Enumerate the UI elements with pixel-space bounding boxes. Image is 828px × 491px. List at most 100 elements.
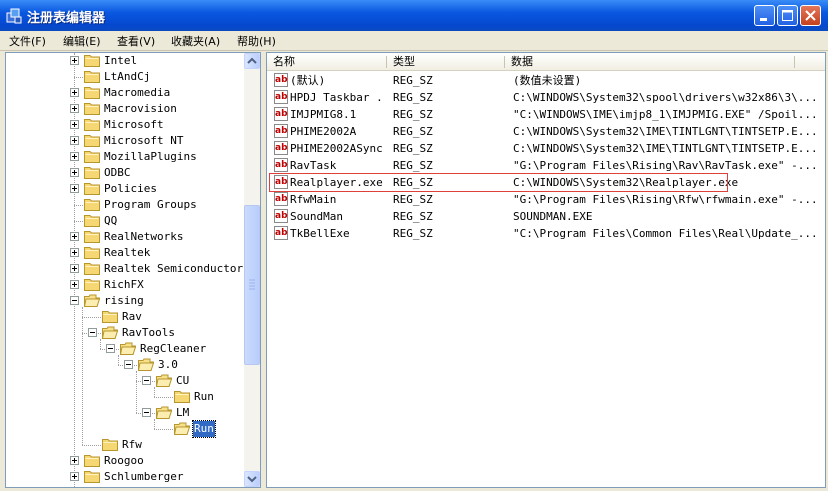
tree-item-label: Rav	[122, 310, 142, 323]
tree-item[interactable]: Run	[6, 389, 242, 405]
chevron-up-icon	[247, 57, 257, 64]
folder-icon	[84, 231, 100, 243]
tree-item[interactable]: 3.0	[6, 357, 242, 373]
folder-icon	[174, 391, 190, 403]
value-data: (数值未设置)	[513, 74, 582, 87]
column-header-data[interactable]: 数据	[505, 53, 795, 71]
value-data: C:\WINDOWS\System32\spool\drivers\w32x86…	[513, 91, 818, 104]
expand-plus-icon[interactable]	[70, 472, 79, 481]
value-name: (默认)	[290, 74, 326, 87]
folder-open-icon	[102, 326, 118, 339]
tree-item[interactable]: Program Groups	[6, 197, 242, 213]
list-row[interactable]: ab PHIME2002A REG_SZ C:\WINDOWS\System32\IM…	[267, 123, 825, 140]
tree-item[interactable]: Rav	[6, 309, 242, 325]
value-data: "C:\WINDOWS\IME\imjp8_1\IMJPMIG.EXE" /Sp…	[513, 108, 818, 121]
list-row[interactable]: ab RfwMain REG_SZ "G:\Program Files\Rising\…	[267, 191, 825, 208]
tree-item[interactable]: Macromedia	[6, 85, 242, 101]
menu-view[interactable]: 查看(V)	[117, 33, 155, 49]
expand-plus-icon[interactable]	[70, 104, 79, 113]
tree-item[interactable]: Macrovision	[6, 101, 242, 117]
expand-plus-icon[interactable]	[70, 152, 79, 161]
tree-item[interactable]: CU	[6, 373, 242, 389]
list-row[interactable]: abHPDJ Taskbar ... REG_SZ C:\WINDOWS\Syste…	[267, 89, 825, 106]
collapse-minus-icon[interactable]	[70, 296, 79, 305]
value-name: PHIME2002ASync	[290, 142, 383, 155]
highlight-annotation-box	[269, 173, 728, 192]
value-type: REG_SZ	[393, 142, 433, 155]
folder-icon	[84, 263, 100, 275]
registry-key-tree[interactable]: Intel LtAndCj Macromedia Macrovision Microso…	[5, 52, 261, 488]
expand-plus-icon[interactable]	[70, 232, 79, 241]
close-button[interactable]	[800, 5, 821, 26]
expand-plus-icon[interactable]	[70, 248, 79, 257]
value-data: "G:\Program Files\Rising\Rfw\rfwmain.exe…	[513, 193, 818, 206]
menu-favorites[interactable]: 收藏夹(A)	[171, 33, 220, 49]
expand-plus-icon[interactable]	[70, 88, 79, 97]
value-name: IMJPMIG8.1	[290, 108, 357, 121]
expand-plus-icon[interactable]	[70, 456, 79, 465]
tree-item[interactable]: RealNetworks	[6, 229, 242, 245]
tree-item[interactable]: Run	[6, 420, 242, 438]
tree-item[interactable]: Roogoo	[6, 453, 242, 469]
collapse-minus-icon[interactable]	[142, 376, 151, 385]
scroll-thumb[interactable]	[244, 205, 260, 365]
tree-item-label: QQ	[104, 214, 118, 227]
tree-item[interactable]: Realtek Semiconductor C	[6, 261, 256, 277]
tree-item[interactable]: Schlumberger	[6, 469, 242, 485]
menu-file[interactable]: 文件(F)	[9, 33, 46, 49]
tree-item[interactable]: RegCleaner	[6, 341, 242, 357]
expand-plus-icon[interactable]	[70, 56, 79, 65]
tree-item[interactable]: RavTools	[6, 325, 242, 341]
tree-item[interactable]: Realtek	[6, 245, 242, 261]
tree-item[interactable]: Intel	[6, 53, 242, 69]
collapse-minus-icon[interactable]	[142, 408, 151, 417]
tree-vertical-scrollbar[interactable]	[244, 53, 260, 487]
list-row[interactable]: ab RavTask REG_SZ "G:\Program Files\Rising\…	[267, 157, 825, 174]
menu-edit[interactable]: 编辑(E)	[63, 33, 101, 49]
tree-item-label: Program Groups	[104, 198, 197, 211]
scroll-down-button[interactable]	[244, 471, 260, 487]
tree-item[interactable]: Policies	[6, 181, 242, 197]
expand-plus-icon[interactable]	[70, 280, 79, 289]
expand-plus-icon[interactable]	[70, 120, 79, 129]
tree-item[interactable]: MozillaPlugins	[6, 149, 242, 165]
minimize-icon	[760, 18, 767, 21]
list-row[interactable]: ab SoundMan REG_SZ SOUNDMAN.EXE	[267, 208, 825, 225]
collapse-minus-icon[interactable]	[88, 328, 97, 337]
folder-icon	[84, 135, 100, 147]
close-icon	[805, 10, 816, 21]
title-bar[interactable]: 注册表编辑器	[0, 0, 828, 31]
expand-plus-icon[interactable]	[70, 136, 79, 145]
tree-item[interactable]: QQ	[6, 213, 242, 229]
expand-plus-icon[interactable]	[70, 264, 79, 273]
tree-item-label: RichFX	[104, 278, 144, 291]
registry-values-list[interactable]: 名称 类型 数据 ab (默认) REG_SZ (数值未设置) ab HPDJ Taskb…	[266, 52, 826, 488]
list-row[interactable]: ab PHIME2002ASync REG_SZ C:\WINDOWS\System3…	[267, 140, 825, 157]
tree-item[interactable]: Rfw	[6, 437, 242, 453]
folder-icon	[84, 247, 100, 259]
maximize-button[interactable]	[777, 5, 798, 26]
expand-plus-icon[interactable]	[70, 184, 79, 193]
menu-help[interactable]: 帮助(H)	[237, 33, 276, 49]
minimize-button[interactable]	[754, 5, 775, 26]
value-type: REG_SZ	[393, 227, 433, 240]
list-row[interactable]: ab TkBellExe REG_SZ "C:\Program Files\Commo…	[267, 225, 825, 242]
tree-item-label: RegCleaner	[140, 342, 207, 355]
tree-item[interactable]: rising	[6, 293, 242, 309]
collapse-minus-icon[interactable]	[106, 344, 115, 353]
tree-item[interactable]: ODBC	[6, 165, 242, 181]
column-header-name[interactable]: 名称	[267, 53, 387, 71]
value-type: REG_SZ	[393, 159, 433, 172]
tree-item-label: Rfw	[122, 438, 142, 451]
tree-item[interactable]: Microsoft NT	[6, 133, 242, 149]
tree-item[interactable]: LtAndCj	[6, 69, 242, 85]
expand-plus-icon[interactable]	[70, 168, 79, 177]
list-row[interactable]: ab IMJPMIG8.1 REG_SZ "C:\WINDOWS\IME\imjp8_…	[267, 106, 825, 123]
tree-item[interactable]: LM	[6, 405, 242, 421]
list-row[interactable]: ab (默认) REG_SZ (数值未设置)	[267, 72, 825, 89]
tree-item[interactable]: Microsoft	[6, 117, 242, 133]
scroll-up-button[interactable]	[244, 53, 260, 69]
tree-item[interactable]: RichFX	[6, 277, 242, 293]
column-header-type[interactable]: 类型	[387, 53, 505, 71]
collapse-minus-icon[interactable]	[124, 360, 133, 369]
